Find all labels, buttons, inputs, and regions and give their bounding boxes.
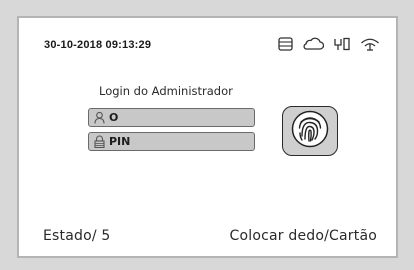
- user-id-field[interactable]: O: [88, 108, 255, 127]
- fingerprint-button[interactable]: [282, 106, 338, 156]
- pin-value: PIN: [109, 135, 131, 148]
- login-title: Login do Administrador: [99, 84, 233, 98]
- lock-icon: [93, 135, 107, 149]
- device-screen: 30-10-2018 09:13:29 Login do Administrad…: [17, 16, 398, 258]
- ethernet-icon: [333, 37, 351, 51]
- device-bezel: 30-10-2018 09:13:29 Login do Administrad…: [0, 0, 414, 270]
- cloud-icon: [302, 37, 324, 51]
- pin-field[interactable]: PIN: [88, 132, 255, 151]
- user-id-value: O: [109, 111, 119, 124]
- instruction-text: Colocar dedo/Cartão: [229, 228, 377, 244]
- date-time: 30-10-2018 09:13:29: [44, 39, 152, 51]
- storage-icon: [278, 37, 293, 51]
- status-text: Estado/ 5: [43, 228, 111, 244]
- fingerprint-icon: [290, 109, 330, 153]
- status-bar: [278, 37, 380, 51]
- user-icon: [93, 111, 107, 125]
- wifi-icon: [360, 37, 380, 51]
